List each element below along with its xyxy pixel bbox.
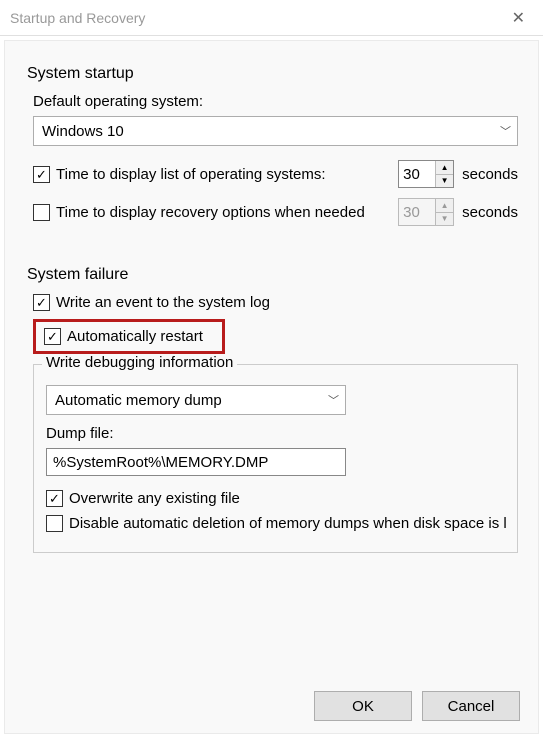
display-list-checkbox[interactable] xyxy=(33,166,50,183)
ok-button[interactable]: OK xyxy=(314,691,412,721)
default-os-value: Windows 10 xyxy=(42,123,124,140)
dump-type-value: Automatic memory dump xyxy=(55,392,222,409)
spinner-down-icon[interactable]: ▼ xyxy=(436,175,453,188)
display-list-unit: seconds xyxy=(462,166,518,183)
display-list-value[interactable] xyxy=(399,161,435,187)
spinner-up-icon: ▲ xyxy=(436,199,453,213)
auto-restart-row: Automatically restart xyxy=(44,328,214,345)
overwrite-label: Overwrite any existing file xyxy=(69,490,240,507)
display-recovery-value xyxy=(399,199,435,225)
dump-type-select[interactable]: Automatic memory dump ﹀ xyxy=(46,385,346,415)
chevron-down-icon: ﹀ xyxy=(328,392,339,408)
write-event-label: Write an event to the system log xyxy=(56,294,270,311)
spinner-down-icon: ▼ xyxy=(436,213,453,226)
display-recovery-row: Time to display recovery options when ne… xyxy=(33,198,518,226)
auto-restart-checkbox[interactable] xyxy=(44,328,61,345)
disable-delete-label: Disable automatic deletion of memory dum… xyxy=(69,515,507,532)
cancel-button[interactable]: Cancel xyxy=(422,691,520,721)
display-list-row: Time to display list of operating system… xyxy=(33,160,518,188)
disable-delete-checkbox[interactable] xyxy=(46,515,63,532)
system-failure-group: System failure Write an event to the sys… xyxy=(27,266,518,553)
debug-info-fieldset: Write debugging information Automatic me… xyxy=(33,364,518,553)
debug-info-title: Write debugging information xyxy=(42,354,237,371)
default-os-label: Default operating system: xyxy=(33,93,518,110)
dump-file-input[interactable] xyxy=(46,448,346,476)
default-os-select[interactable]: Windows 10 ﹀ xyxy=(33,116,518,146)
dialog-buttons: OK Cancel xyxy=(314,691,520,721)
display-list-label: Time to display list of operating system… xyxy=(56,166,326,183)
auto-restart-highlight: Automatically restart xyxy=(33,319,225,354)
display-recovery-checkbox[interactable] xyxy=(33,204,50,221)
spinner-up-icon[interactable]: ▲ xyxy=(436,161,453,175)
write-event-row: Write an event to the system log xyxy=(33,294,518,311)
chevron-down-icon: ﹀ xyxy=(500,123,511,139)
disable-delete-row: Disable automatic deletion of memory dum… xyxy=(46,515,505,532)
auto-restart-label: Automatically restart xyxy=(67,328,203,345)
overwrite-checkbox[interactable] xyxy=(46,490,63,507)
display-list-spinner[interactable]: ▲ ▼ xyxy=(398,160,454,188)
overwrite-row: Overwrite any existing file xyxy=(46,490,505,507)
dump-file-label: Dump file: xyxy=(46,425,505,442)
display-recovery-spinner: ▲ ▼ xyxy=(398,198,454,226)
titlebar: Startup and Recovery ✕ xyxy=(0,0,543,36)
system-failure-title: System failure xyxy=(27,266,518,284)
system-startup-group: System startup Default operating system:… xyxy=(27,65,518,226)
dialog-content: System startup Default operating system:… xyxy=(4,40,539,734)
close-icon[interactable]: ✕ xyxy=(506,8,531,28)
window-title: Startup and Recovery xyxy=(10,10,145,26)
system-startup-title: System startup xyxy=(27,65,518,83)
display-recovery-unit: seconds xyxy=(462,204,518,221)
write-event-checkbox[interactable] xyxy=(33,294,50,311)
display-recovery-label: Time to display recovery options when ne… xyxy=(56,204,365,221)
